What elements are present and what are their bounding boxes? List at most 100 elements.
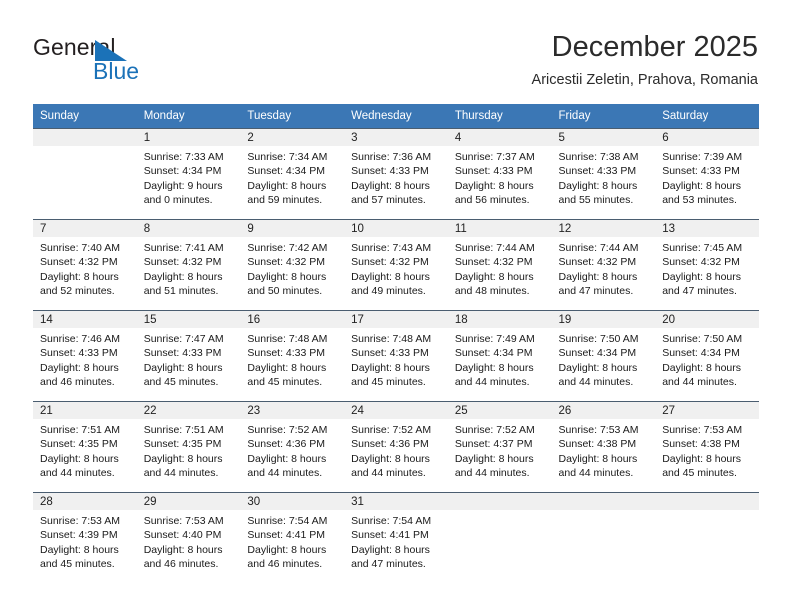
- sunrise-text: Sunrise: 7:37 AM: [454, 151, 535, 163]
- sunrise-text: Sunrise: 7:51 AM: [143, 424, 224, 436]
- sunset-text: Sunset: 4:32 PM: [662, 256, 740, 269]
- day-details: Sunrise: 7:53 AM Sunset: 4:40 PM Daylight:…: [137, 510, 241, 572]
- day-number: [33, 129, 137, 146]
- calendar-week-row: 7 Sunrise: 7:40 AM Sunset: 4:32 PM Daylight…: [33, 219, 759, 311]
- calendar-day-cell[interactable]: 18 Sunrise: 7:49 AM Sunset: 4:34 PM Dayligh…: [447, 310, 552, 402]
- calendar-day-cell[interactable]: 15 Sunrise: 7:47 AM Sunset: 4:33 PM Dayligh…: [136, 310, 241, 402]
- sunrise-text: Sunrise: 7:47 AM: [143, 333, 224, 345]
- calendar-day-cell[interactable]: 17 Sunrise: 7:48 AM Sunset: 4:33 PM Dayligh…: [344, 310, 448, 402]
- calendar-week-row: 21 Sunrise: 7:51 AM Sunset: 4:35 PM Dayligh…: [33, 401, 759, 493]
- calendar-day-cell[interactable]: 9 Sunrise: 7:42 AM Sunset: 4:32 PM Daylight…: [240, 219, 345, 311]
- weekday-header-tuesday: Tuesday: [240, 104, 345, 129]
- brand-logo[interactable]: General Blue: [33, 34, 233, 90]
- calendar-day-cell[interactable]: 24 Sunrise: 7:52 AM Sunset: 4:36 PM Dayligh…: [344, 401, 448, 493]
- calendar-day-cell[interactable]: 16 Sunrise: 7:48 AM Sunset: 4:33 PM Dayligh…: [240, 310, 345, 402]
- day-details: Sunrise: 7:52 AM Sunset: 4:36 PM Daylight:…: [344, 419, 448, 481]
- calendar-day-cell[interactable]: 20 Sunrise: 7:50 AM Sunset: 4:34 PM Dayligh…: [655, 310, 759, 402]
- calendar-day-cell[interactable]: 27 Sunrise: 7:53 AM Sunset: 4:38 PM Dayligh…: [655, 401, 759, 493]
- calendar-day-cell[interactable]: 29 Sunrise: 7:53 AM Sunset: 4:40 PM Dayligh…: [136, 492, 241, 584]
- calendar-cell-empty: [33, 128, 137, 220]
- daylight-text-line2: and 45 minutes.: [662, 467, 737, 480]
- sunrise-text: Sunrise: 7:36 AM: [351, 151, 432, 163]
- calendar-day-cell[interactable]: 1 Sunrise: 7:33 AM Sunset: 4:34 PM Daylight…: [136, 128, 241, 220]
- daylight-text-line1: Daylight: 8 hours: [558, 179, 638, 192]
- sunrise-text: Sunrise: 7:48 AM: [247, 333, 328, 345]
- sunrise-text: Sunrise: 7:39 AM: [662, 151, 743, 163]
- sunset-text: Sunset: 4:36 PM: [351, 438, 429, 451]
- day-number: 31: [344, 493, 448, 510]
- daylight-text-line1: Daylight: 8 hours: [558, 452, 638, 465]
- sunset-text: Sunset: 4:36 PM: [247, 438, 326, 451]
- day-number: 18: [447, 311, 552, 328]
- day-details: Sunrise: 7:52 AM Sunset: 4:37 PM Daylight:…: [448, 419, 552, 481]
- daylight-text-line2: and 47 minutes.: [662, 285, 737, 298]
- daylight-text-line2: and 48 minutes.: [454, 285, 530, 298]
- day-details: Sunrise: 7:50 AM Sunset: 4:34 PM Daylight:…: [552, 328, 656, 390]
- calendar-day-cell[interactable]: 5 Sunrise: 7:38 AM Sunset: 4:33 PM Daylight…: [551, 128, 656, 220]
- daylight-text-line2: and 45 minutes.: [40, 558, 115, 571]
- calendar-day-cell[interactable]: 25 Sunrise: 7:52 AM Sunset: 4:37 PM Dayligh…: [447, 401, 552, 493]
- sunrise-text: Sunrise: 7:44 AM: [454, 242, 535, 254]
- day-number: [551, 493, 656, 510]
- daylight-text-line1: Daylight: 8 hours: [351, 270, 430, 283]
- daylight-text-line2: and 44 minutes.: [40, 467, 115, 480]
- calendar-day-cell[interactable]: 22 Sunrise: 7:51 AM Sunset: 4:35 PM Dayligh…: [136, 401, 241, 493]
- sunset-text: Sunset: 4:32 PM: [143, 256, 222, 269]
- sunrise-text: Sunrise: 7:52 AM: [351, 424, 432, 436]
- calendar-day-cell[interactable]: 19 Sunrise: 7:50 AM Sunset: 4:34 PM Dayligh…: [551, 310, 656, 402]
- daylight-text-line2: and 45 minutes.: [247, 376, 323, 389]
- calendar-day-cell[interactable]: 14 Sunrise: 7:46 AM Sunset: 4:33 PM Dayligh…: [33, 310, 137, 402]
- daylight-text-line1: Daylight: 8 hours: [143, 543, 223, 556]
- calendar-day-cell[interactable]: 30 Sunrise: 7:54 AM Sunset: 4:41 PM Dayligh…: [240, 492, 345, 584]
- sunset-text: Sunset: 4:32 PM: [351, 256, 429, 269]
- sunset-text: Sunset: 4:35 PM: [143, 438, 222, 451]
- day-number: 1: [136, 129, 241, 146]
- daylight-text-line2: and 46 minutes.: [143, 558, 219, 571]
- calendar-day-cell[interactable]: 6 Sunrise: 7:39 AM Sunset: 4:33 PM Daylight…: [655, 128, 759, 220]
- day-details: Sunrise: 7:51 AM Sunset: 4:35 PM Daylight:…: [137, 419, 241, 481]
- daylight-text-line2: and 47 minutes.: [351, 558, 426, 571]
- daylight-text-line2: and 44 minutes.: [662, 376, 737, 389]
- daylight-text-line2: and 59 minutes.: [247, 194, 323, 207]
- calendar-day-cell[interactable]: 8 Sunrise: 7:41 AM Sunset: 4:32 PM Daylight…: [136, 219, 241, 311]
- daylight-text-line2: and 44 minutes.: [143, 467, 219, 480]
- day-number: 23: [240, 402, 345, 419]
- daylight-text-line2: and 46 minutes.: [40, 376, 115, 389]
- calendar-day-cell[interactable]: 10 Sunrise: 7:43 AM Sunset: 4:32 PM Dayligh…: [344, 219, 448, 311]
- calendar-day-cell[interactable]: 2 Sunrise: 7:34 AM Sunset: 4:34 PM Daylight…: [240, 128, 345, 220]
- calendar-day-cell[interactable]: 12 Sunrise: 7:44 AM Sunset: 4:32 PM Dayligh…: [551, 219, 656, 311]
- day-details: Sunrise: 7:54 AM Sunset: 4:41 PM Daylight:…: [344, 510, 448, 572]
- calendar-day-cell[interactable]: 11 Sunrise: 7:44 AM Sunset: 4:32 PM Dayligh…: [447, 219, 552, 311]
- sunrise-text: Sunrise: 7:52 AM: [247, 424, 328, 436]
- calendar-day-cell[interactable]: 4 Sunrise: 7:37 AM Sunset: 4:33 PM Daylight…: [447, 128, 552, 220]
- calendar-day-cell[interactable]: 31 Sunrise: 7:54 AM Sunset: 4:41 PM Dayligh…: [344, 492, 448, 584]
- sunset-text: Sunset: 4:32 PM: [247, 256, 326, 269]
- daylight-text-line1: Daylight: 8 hours: [662, 270, 742, 283]
- sunrise-text: Sunrise: 7:45 AM: [662, 242, 743, 254]
- sunrise-text: Sunrise: 7:53 AM: [143, 515, 224, 527]
- sunrise-text: Sunrise: 7:34 AM: [247, 151, 328, 163]
- calendar-day-cell[interactable]: 23 Sunrise: 7:52 AM Sunset: 4:36 PM Dayligh…: [240, 401, 345, 493]
- weekday-header-wednesday: Wednesday: [344, 104, 448, 129]
- sunrise-text: Sunrise: 7:51 AM: [40, 424, 120, 436]
- daylight-text-line1: Daylight: 8 hours: [454, 179, 534, 192]
- daylight-text-line2: and 44 minutes.: [454, 376, 530, 389]
- daylight-text-line2: and 0 minutes.: [143, 194, 213, 207]
- daylight-text-line1: Daylight: 8 hours: [143, 452, 223, 465]
- daylight-text-line1: Daylight: 8 hours: [558, 361, 638, 374]
- calendar-day-cell[interactable]: 7 Sunrise: 7:40 AM Sunset: 4:32 PM Daylight…: [33, 219, 137, 311]
- calendar-week-row: 1 Sunrise: 7:33 AM Sunset: 4:34 PM Daylight…: [33, 128, 759, 220]
- daylight-text-line1: Daylight: 9 hours: [143, 179, 223, 192]
- calendar-day-cell[interactable]: 21 Sunrise: 7:51 AM Sunset: 4:35 PM Dayligh…: [33, 401, 137, 493]
- calendar-day-cell[interactable]: 13 Sunrise: 7:45 AM Sunset: 4:32 PM Dayligh…: [655, 219, 759, 311]
- day-number: 8: [136, 220, 241, 237]
- day-details: Sunrise: 7:52 AM Sunset: 4:36 PM Daylight:…: [240, 419, 344, 481]
- calendar-day-cell[interactable]: 3 Sunrise: 7:36 AM Sunset: 4:33 PM Daylight…: [344, 128, 448, 220]
- calendar-day-cell[interactable]: 26 Sunrise: 7:53 AM Sunset: 4:38 PM Dayligh…: [551, 401, 656, 493]
- calendar-day-cell[interactable]: 28 Sunrise: 7:53 AM Sunset: 4:39 PM Dayligh…: [33, 492, 137, 584]
- day-number: 24: [344, 402, 448, 419]
- sunset-text: Sunset: 4:33 PM: [351, 347, 429, 360]
- day-number: 7: [33, 220, 137, 237]
- weekday-header-monday: Monday: [136, 104, 241, 129]
- day-number: [655, 493, 759, 510]
